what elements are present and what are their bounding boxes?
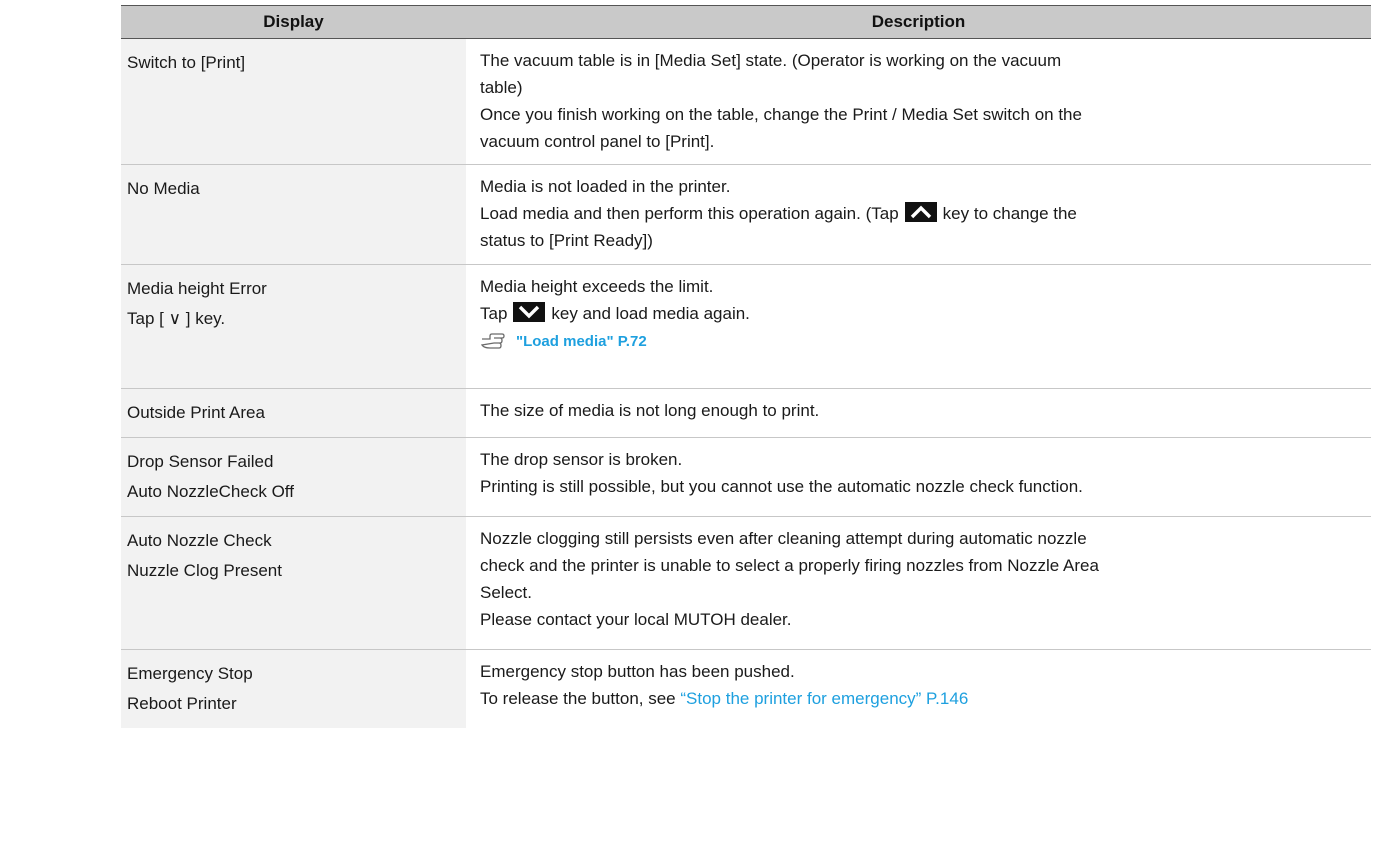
display-text: Tap [ ∨ ] key. bbox=[127, 309, 226, 328]
display-text: Emergency Stop bbox=[127, 664, 253, 683]
description-text: Media is not loaded in the printer. bbox=[480, 177, 731, 196]
description-text: table) bbox=[480, 78, 523, 97]
display-text: Drop Sensor Failed bbox=[127, 452, 274, 471]
table-row: Media height Error Tap [ ∨ ] key. Media … bbox=[121, 264, 1371, 389]
display-text: Auto NozzleCheck Off bbox=[127, 482, 294, 501]
description-text: Please contact your local MUTOH dealer. bbox=[480, 610, 792, 629]
description-cell: Media is not loaded in the printer. Load… bbox=[466, 164, 1371, 265]
description-text: The drop sensor is broken. bbox=[480, 450, 683, 469]
description-text: Load media and then perform this operati… bbox=[480, 204, 899, 223]
description-text: Tap bbox=[480, 304, 508, 323]
display-text: Media height Error bbox=[127, 279, 267, 298]
description-text: The size of media is not long enough to … bbox=[480, 401, 820, 420]
description-text: vacuum control panel to [Print]. bbox=[480, 132, 715, 151]
display-text: No Media bbox=[127, 179, 200, 198]
display-cell: Media height Error Tap [ ∨ ] key. bbox=[121, 264, 466, 389]
pointing-hand-icon bbox=[480, 332, 506, 359]
table-row: No Media Media is not loaded in the prin… bbox=[121, 164, 1371, 265]
description-text: key and load media again. bbox=[551, 304, 750, 323]
display-text: Auto Nozzle Check bbox=[127, 531, 272, 550]
table-header-row: Display Description bbox=[121, 5, 1371, 39]
description-cell: Media height exceeds the limit. Tap key a… bbox=[466, 264, 1371, 389]
table-row: Switch to [Print] The vacuum table is in… bbox=[121, 38, 1371, 165]
display-cell: Drop Sensor Failed Auto NozzleCheck Off bbox=[121, 437, 466, 517]
chevron-down-key-icon bbox=[513, 302, 546, 322]
description-text: Select. bbox=[480, 583, 532, 602]
display-cell: Auto Nozzle Check Nuzzle Clog Present bbox=[121, 516, 466, 650]
display-cell: Outside Print Area bbox=[121, 388, 466, 438]
description-text: Printing is still possible, but you cann… bbox=[480, 477, 1083, 496]
header-display: Display bbox=[121, 5, 466, 39]
description-cell: The drop sensor is broken. Printing is s… bbox=[466, 437, 1371, 517]
table-row: Auto Nozzle Check Nuzzle Clog Present No… bbox=[121, 516, 1371, 650]
table-row: Emergency Stop Reboot Printer Emergency … bbox=[121, 649, 1371, 728]
emergency-stop-link[interactable]: “Stop the printer for emergency” P.146 bbox=[680, 689, 968, 708]
description-text: Media height exceeds the limit. bbox=[480, 277, 714, 296]
description-text: Nozzle clogging still persists even afte… bbox=[480, 529, 1087, 548]
display-text: Switch to [Print] bbox=[127, 53, 246, 72]
description-text: key to change the bbox=[942, 204, 1077, 223]
chevron-up-key-icon bbox=[904, 202, 937, 222]
description-cell: The vacuum table is in [Media Set] state… bbox=[466, 38, 1371, 165]
description-text: The vacuum table is in [Media Set] state… bbox=[480, 51, 1062, 70]
description-cell: Emergency stop button has been pushed. T… bbox=[466, 649, 1371, 728]
description-cell: The size of media is not long enough to … bbox=[466, 388, 1371, 438]
description-text: To release the button, see bbox=[480, 689, 676, 708]
display-cell: No Media bbox=[121, 164, 466, 265]
description-text: status to [Print Ready]) bbox=[480, 231, 653, 250]
status-message-table: Display Description Switch to [Print] Th… bbox=[121, 5, 1371, 728]
load-media-link[interactable]: "Load media" P.72 bbox=[516, 333, 647, 350]
display-text: Nuzzle Clog Present bbox=[127, 561, 282, 580]
display-cell: Emergency Stop Reboot Printer bbox=[121, 649, 466, 728]
table-row: Outside Print Area The size of media is … bbox=[121, 388, 1371, 438]
display-cell: Switch to [Print] bbox=[121, 38, 466, 165]
reference-line: "Load media" P.72 bbox=[480, 327, 1359, 359]
header-description: Description bbox=[466, 5, 1371, 39]
description-cell: Nozzle clogging still persists even afte… bbox=[466, 516, 1371, 650]
display-text: Reboot Printer bbox=[127, 694, 237, 713]
description-text: Once you finish working on the table, ch… bbox=[480, 105, 1082, 124]
display-text: Outside Print Area bbox=[127, 403, 265, 422]
table-row: Drop Sensor Failed Auto NozzleCheck Off … bbox=[121, 437, 1371, 517]
description-text: check and the printer is unable to selec… bbox=[480, 556, 1099, 575]
description-text: Emergency stop button has been pushed. bbox=[480, 662, 795, 681]
